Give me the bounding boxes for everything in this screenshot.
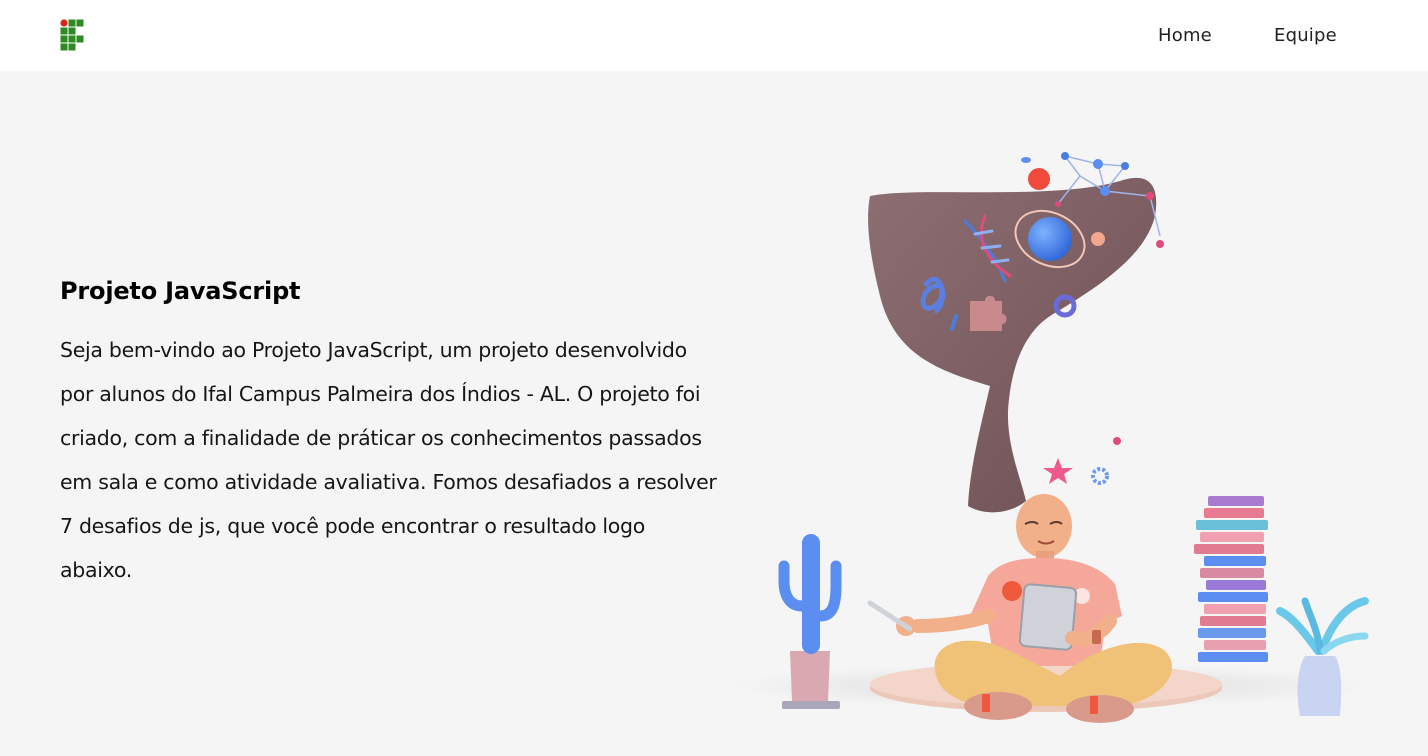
nav-team-link[interactable]: Equipe: [1274, 0, 1337, 71]
site-header: Home Equipe: [0, 0, 1428, 71]
intro-paragraph: Seja bem-vindo ao Projeto JavaScript, um…: [60, 338, 717, 582]
ifal-logo[interactable]: [60, 19, 84, 52]
puzzle-icon: [970, 295, 1007, 331]
nav-home-link[interactable]: Home: [1158, 0, 1212, 71]
gear-icon: [1091, 467, 1109, 485]
face: [1016, 494, 1072, 558]
star-icon: [1043, 458, 1073, 484]
hair: [868, 177, 1157, 513]
student-illustration: [730, 152, 1370, 723]
apple-icon: [1021, 157, 1050, 190]
page-title: Projeto JavaScript: [60, 277, 301, 305]
book-stack: [1194, 496, 1268, 662]
hero-section: Projeto JavaScript Seja bem-vindo ao Pro…: [0, 71, 1428, 756]
